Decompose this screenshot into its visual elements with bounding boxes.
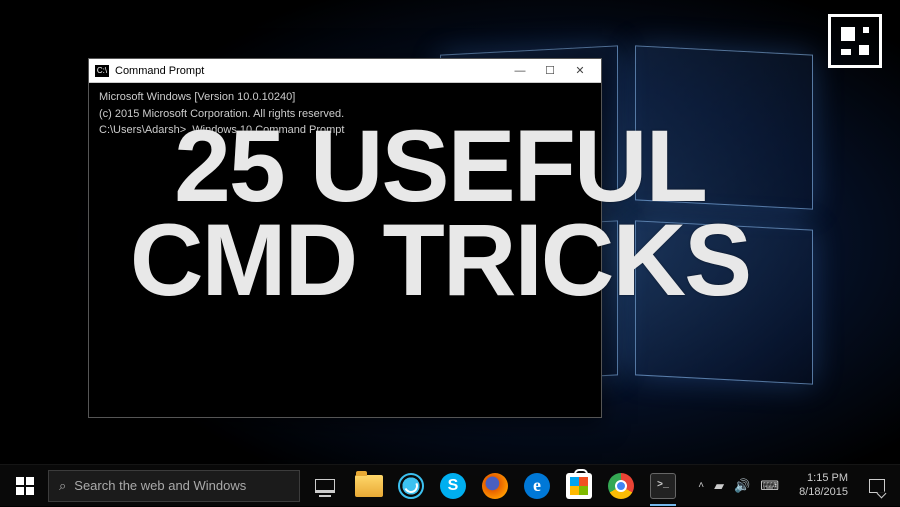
cmd-icon: C:\	[95, 65, 109, 77]
window-titlebar[interactable]: C:\ Command Prompt — ☐ ✕	[89, 59, 601, 83]
taskbar: ⌕ Search the web and Windows ˄ ▰ 🔊 ⌨ 1:1…	[0, 464, 900, 506]
close-button[interactable]: ✕	[565, 61, 595, 81]
clock-time: 1:15 PM	[799, 472, 848, 486]
fossbytes-logo	[828, 14, 882, 68]
keyboard-icon[interactable]: ⌨	[760, 478, 779, 494]
skype-icon	[440, 473, 466, 499]
search-box[interactable]: ⌕ Search the web and Windows	[48, 470, 300, 502]
edge-app[interactable]	[516, 465, 558, 507]
start-button[interactable]	[4, 465, 46, 507]
task-view-button[interactable]	[306, 465, 344, 507]
firefox-icon	[482, 473, 508, 499]
terminal-line: Microsoft Windows [Version 10.0.10240]	[99, 89, 591, 106]
volume-icon[interactable]: 🔊	[734, 478, 750, 494]
windows-icon	[16, 477, 34, 495]
file-explorer-app[interactable]	[348, 465, 390, 507]
clock[interactable]: 1:15 PM 8/18/2015	[789, 472, 858, 500]
tray-chevron-up-icon[interactable]: ˄	[698, 480, 704, 491]
clock-date: 8/18/2015	[799, 486, 848, 500]
skype-app[interactable]	[432, 465, 474, 507]
notification-icon	[869, 479, 885, 493]
terminal-icon	[650, 473, 676, 499]
edge-icon	[524, 473, 550, 499]
store-icon	[566, 473, 592, 499]
ie-icon	[398, 473, 424, 499]
folder-icon	[355, 475, 383, 497]
headline-overlay: 25 USEFUL CMD TRICKS	[40, 120, 840, 308]
task-view-icon	[315, 479, 335, 493]
internet-explorer-app[interactable]	[390, 465, 432, 507]
window-title: Command Prompt	[115, 65, 505, 77]
chrome-app[interactable]	[600, 465, 642, 507]
chrome-icon	[608, 473, 634, 499]
taskbar-apps	[348, 465, 684, 507]
action-center-button[interactable]	[858, 465, 896, 507]
headline-line-1: 25 USEFUL	[40, 120, 840, 214]
terminal-app[interactable]	[642, 465, 684, 507]
minimize-button[interactable]: —	[505, 61, 535, 81]
maximize-button[interactable]: ☐	[535, 61, 565, 81]
store-app[interactable]	[558, 465, 600, 507]
firefox-app[interactable]	[474, 465, 516, 507]
network-icon[interactable]: ▰	[714, 478, 724, 494]
system-tray: ˄ ▰ 🔊 ⌨ 1:15 PM 8/18/2015	[688, 465, 896, 507]
headline-line-2: CMD TRICKS	[40, 214, 840, 308]
search-placeholder: Search the web and Windows	[74, 478, 246, 493]
search-icon: ⌕	[59, 478, 66, 494]
